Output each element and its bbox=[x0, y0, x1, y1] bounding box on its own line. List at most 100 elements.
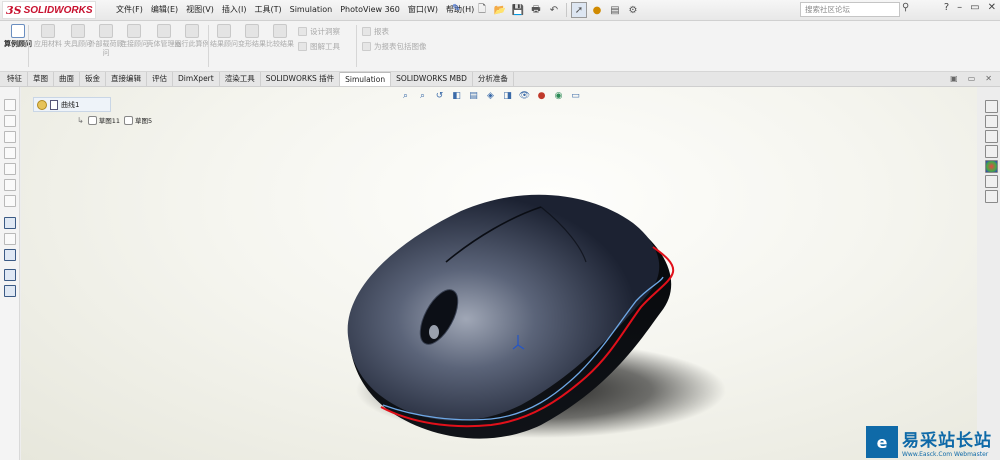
featuremanager-tab-icon[interactable] bbox=[4, 99, 16, 111]
propertymanager-tab-icon[interactable] bbox=[4, 115, 16, 127]
search-icon[interactable]: ⚲ bbox=[902, 2, 909, 13]
tab-evaluate[interactable]: 评估 bbox=[147, 72, 173, 86]
tab-dimxpert[interactable]: DimXpert bbox=[173, 72, 220, 86]
close-window-icon[interactable]: ✕ bbox=[985, 74, 992, 83]
toolbar-separator bbox=[566, 3, 567, 17]
tab-simulation[interactable]: Simulation bbox=[340, 72, 392, 86]
monitor-tab-icon[interactable] bbox=[4, 249, 16, 261]
menu-bar: 文件(F) 编辑(E) 视图(V) 插入(I) 工具(T) Simulation… bbox=[112, 4, 478, 16]
menu-simulation[interactable]: Simulation bbox=[286, 4, 337, 16]
plot-tools-icon bbox=[298, 42, 307, 51]
ds-logo-mark: 3S bbox=[6, 3, 22, 17]
task-pane-strip bbox=[983, 100, 1000, 210]
command-manager-ribbon: 算例顾问 应用材料 夹具顾问 外部载荷顾问 连接顾问 壳体管理器 运行此算例 结… bbox=[0, 21, 1000, 72]
menu-file[interactable]: 文件(F) bbox=[112, 4, 147, 16]
tab-surfaces[interactable]: 曲面 bbox=[54, 72, 80, 86]
dimxpert-tab-icon[interactable] bbox=[4, 147, 16, 159]
report-label: 报表 bbox=[374, 27, 389, 36]
tile-window-icon[interactable]: ▣ bbox=[950, 74, 958, 83]
window-controls: ? – ▭ ✕ bbox=[944, 2, 996, 13]
menu-insert[interactable]: 插入(I) bbox=[218, 4, 251, 16]
title-bar: 3S SOLIDWORKS 文件(F) 编辑(E) 视图(V) 插入(I) 工具… bbox=[0, 0, 1000, 21]
run-icon bbox=[185, 24, 199, 38]
watermark-cn: 易采站长站 bbox=[902, 431, 992, 451]
edit-tab-icon[interactable] bbox=[4, 233, 16, 245]
compare-results-button[interactable]: 比较结果 bbox=[262, 24, 298, 49]
tab-mbd[interactable]: SOLIDWORKS MBD bbox=[391, 72, 473, 86]
tab-sheet-metal[interactable]: 钣金 bbox=[80, 72, 106, 86]
brand-name: SOLIDWORKS bbox=[23, 4, 93, 16]
menu-edit[interactable]: 编辑(E) bbox=[147, 4, 182, 16]
results-icon bbox=[217, 24, 231, 38]
minimize-icon[interactable]: – bbox=[957, 2, 962, 13]
site-watermark: e 易采站长站 Www.Easck.Com Webmaster bbox=[866, 426, 992, 458]
print-icon[interactable]: 🖶 bbox=[528, 2, 544, 18]
report-icon bbox=[362, 27, 371, 36]
appearance-tab-icon[interactable] bbox=[4, 195, 16, 207]
configuration-tab-icon[interactable] bbox=[4, 131, 16, 143]
ribbon-separator bbox=[356, 25, 357, 67]
search-input[interactable]: 搜索社区论坛 bbox=[800, 2, 900, 17]
design-insight-button[interactable]: 设计洞察 bbox=[298, 26, 340, 37]
include-image-button[interactable]: 为报表包括图像 bbox=[362, 41, 427, 52]
command-tabs: 特征 草图 曲面 钣金 直接编辑 评估 DimXpert 渲染工具 SOLIDW… bbox=[0, 72, 1000, 87]
tab-features[interactable]: 特征 bbox=[2, 72, 28, 86]
tab-addins[interactable]: SOLIDWORKS 插件 bbox=[261, 72, 341, 86]
watermark-text: 易采站长站 Www.Easck.Com Webmaster bbox=[902, 426, 992, 458]
shell-icon bbox=[157, 24, 171, 38]
restore-icon[interactable]: ▭ bbox=[970, 2, 979, 13]
fixture-icon bbox=[71, 24, 85, 38]
watermark-logo: e bbox=[866, 426, 898, 458]
menu-tools[interactable]: 工具(T) bbox=[250, 4, 285, 16]
plot-tools-button[interactable]: 图解工具 bbox=[298, 41, 340, 52]
undo-icon[interactable]: ↶ bbox=[546, 2, 562, 18]
report-button[interactable]: 报表 bbox=[362, 26, 389, 37]
plot-tools-label: 图解工具 bbox=[310, 42, 340, 51]
pin-icon[interactable]: ✎ bbox=[452, 3, 460, 14]
tab-direct-editing[interactable]: 直接编辑 bbox=[106, 72, 147, 86]
save-icon[interactable]: 💾 bbox=[510, 2, 526, 18]
select-cursor-icon[interactable]: ➚ bbox=[571, 2, 587, 18]
mouse-model[interactable] bbox=[21, 87, 977, 460]
design-insight-label: 设计洞察 bbox=[310, 27, 340, 36]
study-tab-icon[interactable] bbox=[4, 217, 16, 229]
design-library-icon[interactable] bbox=[985, 115, 998, 128]
menu-photoview[interactable]: PhotoView 360 bbox=[336, 4, 404, 16]
options-gear-icon[interactable]: ⚙ bbox=[625, 2, 641, 18]
paste-tab-icon[interactable] bbox=[4, 285, 16, 297]
solidworks-logo[interactable]: 3S SOLIDWORKS bbox=[2, 1, 96, 19]
deformed-icon bbox=[245, 24, 259, 38]
left-panel-strip bbox=[0, 87, 20, 460]
file-properties-icon[interactable]: ▤ bbox=[607, 2, 623, 18]
view-palette-icon[interactable] bbox=[985, 145, 998, 158]
compare-results-label: 比较结果 bbox=[266, 40, 294, 48]
tab-sketch[interactable]: 草图 bbox=[28, 72, 54, 86]
tab-analysis-prep[interactable]: 分析准备 bbox=[473, 72, 514, 86]
help-question-icon[interactable]: ? bbox=[944, 2, 949, 13]
scroll-wheel bbox=[429, 325, 439, 339]
copy-tab-icon[interactable] bbox=[4, 269, 16, 281]
appearances-icon[interactable] bbox=[985, 160, 998, 173]
menu-window[interactable]: 窗口(W) bbox=[404, 4, 442, 16]
run-study-button[interactable]: 运行此算例 bbox=[174, 24, 210, 49]
new-document-icon[interactable]: 🗋 bbox=[474, 2, 490, 18]
load-arrow-icon bbox=[99, 24, 113, 38]
forum-icon[interactable] bbox=[985, 190, 998, 203]
custom-properties-icon[interactable] bbox=[985, 175, 998, 188]
connections-icon bbox=[127, 24, 141, 38]
home-icon[interactable] bbox=[985, 100, 998, 113]
menu-view[interactable]: 视图(V) bbox=[182, 4, 218, 16]
quick-access-toolbar: 🗋 📂 💾 🖶 ↶ ➚ ● ▤ ⚙ bbox=[474, 2, 641, 18]
ribbon-separator bbox=[28, 25, 29, 67]
file-explorer-icon[interactable] bbox=[985, 130, 998, 143]
tab-render-tools[interactable]: 渲染工具 bbox=[220, 72, 261, 86]
restore-window-icon[interactable]: ▭ bbox=[968, 74, 976, 83]
cam-tab-icon[interactable] bbox=[4, 179, 16, 191]
traffic-light-icon[interactable]: ● bbox=[589, 2, 605, 18]
graphics-viewport[interactable]: ⌕ ⌕ ↺ ◧ ▤ ◈ ◨ 👁 ● ◉ ▭ 曲线1 ↳ 草图11 草图5 bbox=[21, 87, 977, 460]
viewport-window-controls: ▣ ▭ ✕ bbox=[950, 74, 992, 83]
display-manager-tab-icon[interactable] bbox=[4, 163, 16, 175]
open-icon[interactable]: 📂 bbox=[492, 2, 508, 18]
close-icon[interactable]: ✕ bbox=[988, 2, 996, 13]
watermark-en: Www.Easck.Com Webmaster bbox=[902, 451, 989, 458]
